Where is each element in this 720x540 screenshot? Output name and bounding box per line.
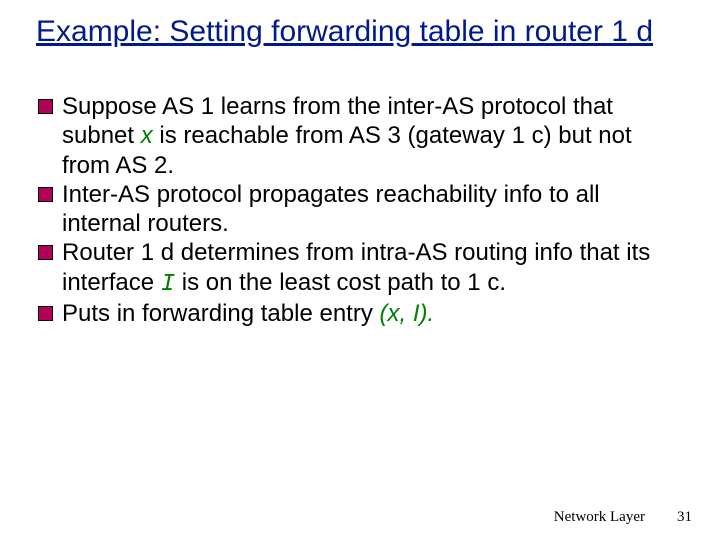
bullet-marker-icon xyxy=(38,245,53,260)
bullet-marker-icon xyxy=(38,306,53,321)
bullet-item: Puts in forwarding table entry (x, I). xyxy=(38,299,684,328)
bullet-item: Inter-AS protocol propagates reachabilit… xyxy=(38,180,684,239)
text-run: Puts in forwarding table entry xyxy=(62,300,380,327)
bullet-text: Suppose AS 1 learns from the inter-AS pr… xyxy=(62,92,684,180)
bullet-marker-icon xyxy=(38,99,53,114)
variable-x: x xyxy=(141,122,153,149)
footer-section: Network Layer xyxy=(554,509,645,525)
bullet-text: Puts in forwarding table entry (x, I). xyxy=(62,299,684,328)
slide-title: Example: Setting forwarding table in rou… xyxy=(36,14,684,50)
bullet-list: Suppose AS 1 learns from the inter-AS pr… xyxy=(36,92,684,328)
tuple-xi: (x, I). xyxy=(380,300,435,327)
slide-footer: Network Layer 31 xyxy=(554,509,692,526)
bullet-text: Router 1 d determines from intra-AS rout… xyxy=(62,238,684,299)
bullet-item: Router 1 d determines from intra-AS rout… xyxy=(38,238,684,299)
page-number: 31 xyxy=(677,509,692,525)
variable-i: I xyxy=(161,271,175,298)
bullet-text: Inter-AS protocol propagates reachabilit… xyxy=(62,180,684,239)
bullet-marker-icon xyxy=(38,187,53,202)
bullet-item: Suppose AS 1 learns from the inter-AS pr… xyxy=(38,92,684,180)
text-run: is on the least cost path to 1 c. xyxy=(175,269,506,296)
